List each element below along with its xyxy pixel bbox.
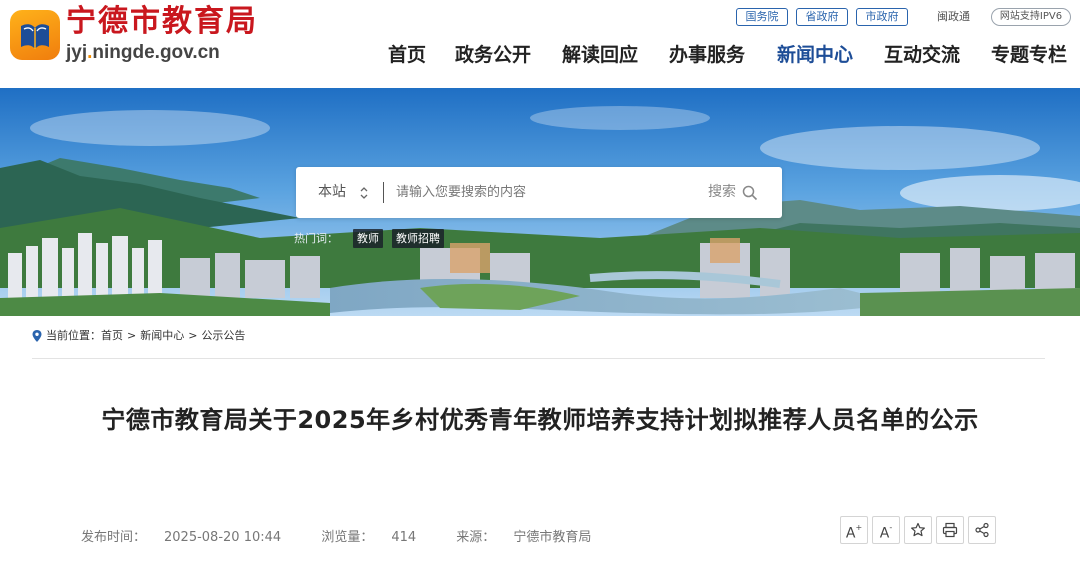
top-links: 国务院 省政府 市政府 闽政通 网站支持IPV6 xyxy=(0,8,1080,28)
publish-time-value: 2025-08-20 10:44 xyxy=(164,530,282,545)
article-container: 当前位置：首页 > 新闻中心 > 公示公告 宁德市教育局关于2025年乡村优秀青年教师培… xyxy=(10,316,1070,563)
font-decrease-label: A- xyxy=(873,517,899,543)
breadcrumb-label: 当前位置： xyxy=(46,329,101,342)
select-arrows-icon[interactable] xyxy=(360,186,368,200)
search-icon xyxy=(742,185,758,201)
link-minzhengtong[interactable]: 闽政通 xyxy=(937,8,970,26)
article-title: 宁德市教育局关于2025年乡村优秀青年教师培养支持计划拟推荐人员名单的公示 xyxy=(101,406,979,434)
location-pin-icon xyxy=(32,330,42,342)
font-decrease-letter: A xyxy=(879,525,890,542)
hot-word-tag[interactable]: 教师 xyxy=(353,229,383,248)
nav-item-topics[interactable]: 专题专栏 xyxy=(991,42,1067,68)
font-increase-label: A+ xyxy=(841,517,867,543)
share-button[interactable] xyxy=(968,516,996,544)
font-decrease-button[interactable]: A- xyxy=(872,516,900,544)
breadcrumb-announcements[interactable]: 公示公告 xyxy=(201,329,245,342)
star-icon xyxy=(911,522,925,537)
nav-item-gov-affairs[interactable]: 政务公开 xyxy=(455,42,531,68)
view-count-value: 414 xyxy=(391,530,417,545)
share-icon xyxy=(975,522,989,538)
ipv6-badge: 网站支持IPV6 xyxy=(991,8,1071,26)
search-divider xyxy=(383,182,384,203)
search-box: 本站 搜索 xyxy=(296,167,782,218)
breadcrumb-divider xyxy=(32,358,1045,359)
publish-time: 发布时间： 2025-08-20 10:44 xyxy=(81,530,299,545)
hot-words: 热门词： 教师 教师招聘 xyxy=(0,229,1080,249)
link-city-gov[interactable]: 市政府 xyxy=(856,8,908,26)
source: 来源： 宁德市教育局 xyxy=(456,530,609,545)
breadcrumb-separator: > xyxy=(127,329,137,342)
main-nav: 首页 政务公开 解读回应 办事服务 新闻中心 互动交流 专题专栏 xyxy=(0,42,1080,70)
search-button-label: 搜索 xyxy=(708,184,736,200)
nav-item-interpretation[interactable]: 解读回应 xyxy=(562,42,638,68)
breadcrumb-trail: 当前位置：首页 > 新闻中心 > 公示公告 xyxy=(46,328,245,344)
breadcrumb-news-center[interactable]: 新闻中心 xyxy=(140,329,184,342)
breadcrumb-separator: > xyxy=(188,329,198,342)
hot-words-label: 热门词： xyxy=(294,232,338,245)
print-icon xyxy=(942,522,958,538)
article-meta: 发布时间： 2025-08-20 10:44 浏览量： 414 来源： 宁德市教育局 xyxy=(81,529,627,547)
favorite-button[interactable] xyxy=(904,516,932,544)
minus-icon: - xyxy=(889,523,893,532)
font-increase-button[interactable]: A+ xyxy=(840,516,868,544)
plus-icon: + xyxy=(855,523,863,532)
nav-item-home[interactable]: 首页 xyxy=(388,42,426,68)
link-state-council[interactable]: 国务院 xyxy=(736,8,788,26)
nav-item-services[interactable]: 办事服务 xyxy=(669,42,745,68)
hero-banner: 本站 搜索 热门词： 教师 教师招聘 xyxy=(0,88,1080,316)
publish-time-label: 发布时间： xyxy=(81,530,147,545)
search-button[interactable]: 搜索 xyxy=(706,167,772,218)
search-input[interactable] xyxy=(396,177,696,208)
font-increase-letter: A xyxy=(845,525,856,542)
view-count: 浏览量： 414 xyxy=(321,530,434,545)
nav-item-news[interactable]: 新闻中心 xyxy=(777,42,853,68)
search-scope-select[interactable]: 本站 xyxy=(318,167,346,218)
source-value: 宁德市教育局 xyxy=(513,530,592,545)
article-tools: A+ A- xyxy=(840,516,1010,544)
print-button[interactable] xyxy=(936,516,964,544)
breadcrumb-home[interactable]: 首页 xyxy=(101,329,123,342)
nav-item-interaction[interactable]: 互动交流 xyxy=(884,42,960,68)
view-count-label: 浏览量： xyxy=(321,530,374,545)
hot-word-tag[interactable]: 教师招聘 xyxy=(392,229,444,248)
link-provincial-gov[interactable]: 省政府 xyxy=(796,8,848,26)
source-label: 来源： xyxy=(456,530,496,545)
site-header: 宁德市教育局 jyj.ningde.gov.cn 国务院 省政府 市政府 闽政通… xyxy=(0,0,1080,88)
